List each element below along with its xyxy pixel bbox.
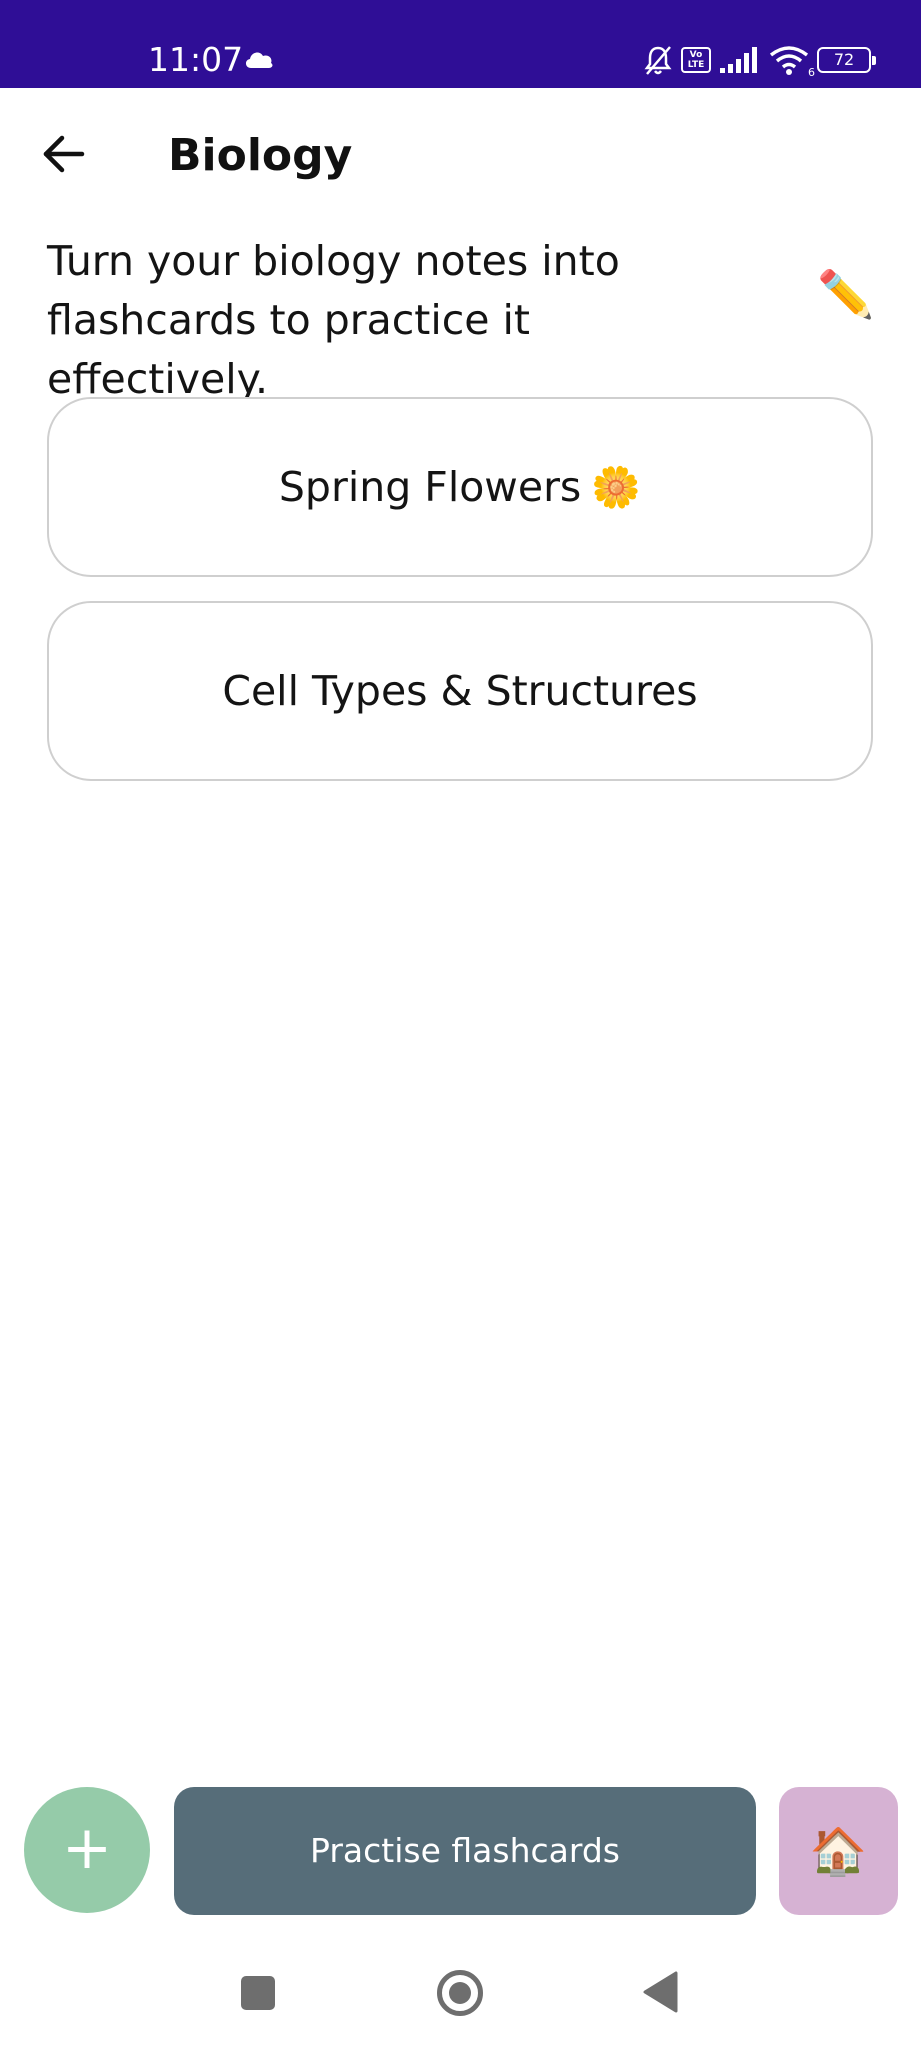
battery-level: 72	[833, 50, 855, 69]
cell-signal-icon	[720, 47, 757, 73]
deck-card[interactable]: Spring Flowers 🌼	[47, 397, 873, 577]
battery-icon: 72	[817, 47, 876, 73]
status-bar: 11:07 Vo LTE 6 72	[0, 0, 921, 88]
pencil-icon: ✏️	[817, 267, 875, 321]
house-icon: 🏠	[809, 1824, 868, 1878]
edit-button[interactable]: ✏️	[814, 262, 878, 326]
bell-muted-icon	[644, 46, 672, 75]
daisy-icon: 🌼	[591, 464, 642, 511]
wifi-icon	[769, 46, 809, 75]
back-icon[interactable]	[642, 1971, 678, 2013]
status-indicators: Vo LTE 6 72	[643, 40, 876, 80]
deck-list: Spring Flowers 🌼 Cell Types & Structures	[47, 397, 873, 805]
practise-flashcards-button[interactable]: Practise flashcards	[174, 1787, 756, 1915]
home-icon[interactable]	[437, 1970, 483, 2016]
arrow-left-icon	[43, 135, 85, 173]
cloud-icon	[245, 52, 273, 68]
wifi-indicator: 6	[769, 45, 815, 79]
status-time: 11:07	[148, 40, 244, 79]
app-screen: 11:07 Vo LTE 6 72 Biology Turn your biol…	[0, 0, 921, 2048]
page-title: Biology	[168, 130, 353, 181]
volte-icon: Vo LTE	[681, 47, 711, 73]
subject-description: Turn your biology notes into flashcards …	[47, 237, 620, 403]
add-deck-button[interactable]: +	[24, 1787, 150, 1913]
back-button[interactable]	[38, 128, 90, 180]
wifi-badge: 6	[808, 66, 815, 79]
home-button[interactable]: 🏠	[779, 1787, 898, 1915]
recents-icon[interactable]	[241, 1976, 275, 2010]
deck-card[interactable]: Cell Types & Structures	[47, 601, 873, 781]
deck-label: Spring Flowers	[278, 463, 582, 511]
plus-icon: +	[61, 1813, 113, 1883]
deck-label: Cell Types & Structures	[222, 667, 698, 715]
